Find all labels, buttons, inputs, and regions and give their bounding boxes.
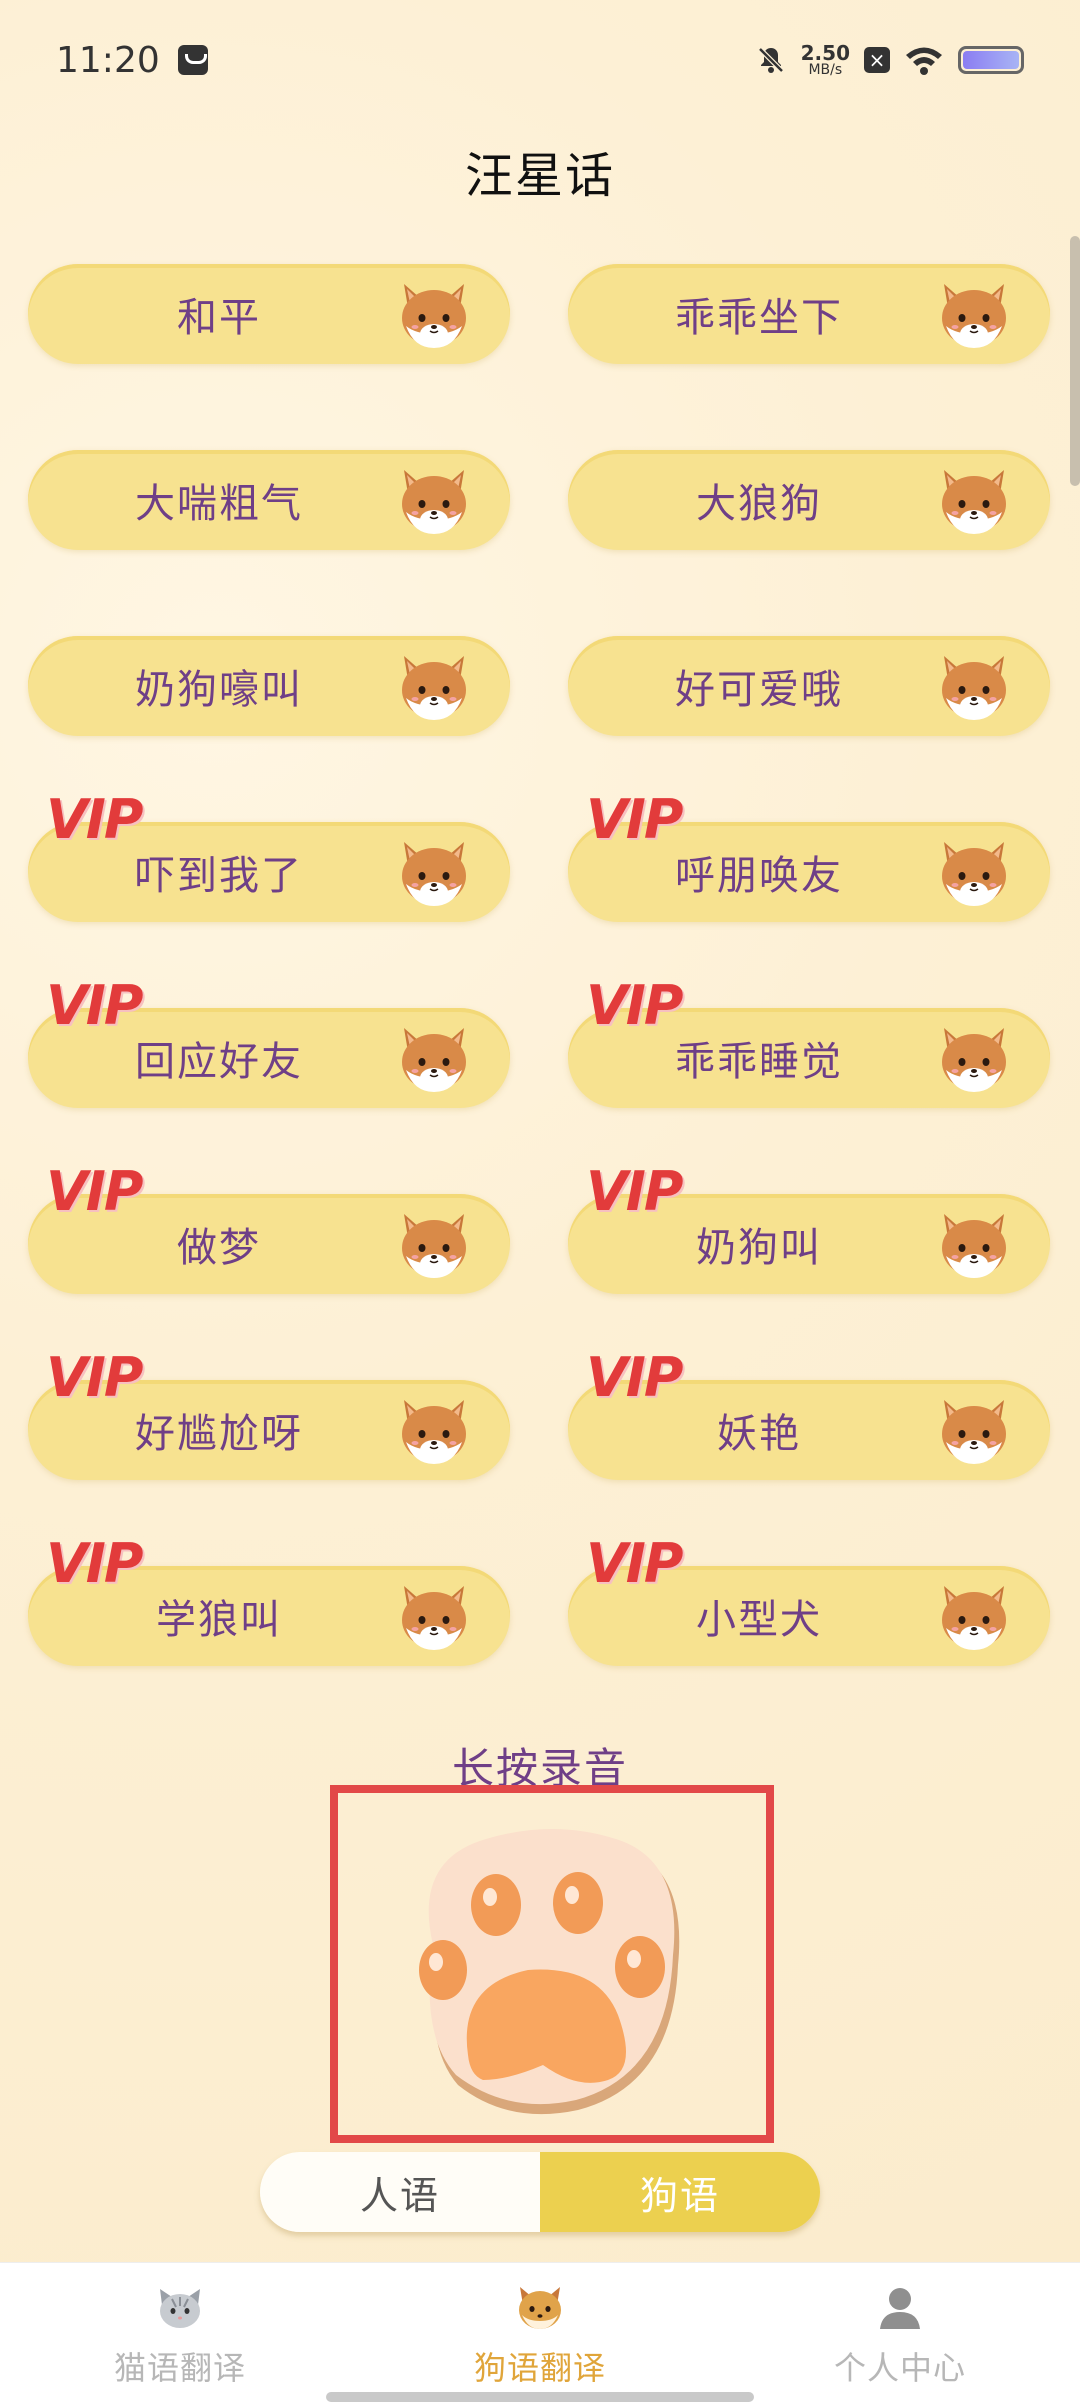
phrase-button[interactable]: VIP 乖乖睡觉 [568,974,1050,1108]
phrase-label: 和平 [177,295,261,341]
phrase-button[interactable]: 乖乖坐下 [568,264,1050,364]
phrase-button[interactable]: VIP 做梦 [28,1160,510,1294]
phrase-button[interactable]: VIP 回应好友 [28,974,510,1108]
phrase-label: 乖乖坐下 [675,295,843,341]
shiba-face-icon [936,1022,1012,1096]
phrase-label: 奶狗叫 [696,1225,822,1271]
phrase-button[interactable]: 奶狗嚎叫 [28,636,510,736]
vip-badge: VIP [586,1160,683,1223]
vip-badge: VIP [46,788,143,851]
vip-badge: VIP [586,1346,683,1409]
vip-badge: VIP [586,974,683,1037]
phrase-button[interactable]: VIP 妖艳 [568,1346,1050,1480]
phrase-label: 做梦 [177,1225,261,1271]
language-toggle: 人语 狗语 [260,2152,820,2232]
shiba-face-icon [936,278,1012,352]
shiba-face-icon [936,1394,1012,1468]
toggle-dog[interactable]: 狗语 [540,2152,820,2232]
phrase-label: 学狼叫 [156,1597,282,1643]
shiba-face-icon [936,836,1012,910]
nav-label: 猫语翻译 [113,2349,246,2387]
shiba-face-icon [936,650,1012,724]
phrase-label: 好尴尬呀 [135,1411,303,1457]
phrase-grid: 和平 乖乖坐下 大喘粗气 大狼狗 奶狗嚎叫 好可爱哦 VIP 吓到我了 VIP … [0,0,1080,1700]
vip-badge: VIP [46,1160,143,1223]
phrase-label: 奶狗嚎叫 [135,667,303,713]
record-button[interactable] [330,1785,774,2143]
phrase-label: 大喘粗气 [135,481,303,527]
vip-badge: VIP [46,1346,143,1409]
shiba-face-icon [396,1208,472,1282]
shiba-face-icon [936,1580,1012,1654]
phrase-button[interactable]: 大狼狗 [568,450,1050,550]
phrase-button[interactable]: 好可爱哦 [568,636,1050,736]
phrase-button[interactable]: 大喘粗气 [28,450,510,550]
phrase-button[interactable]: VIP 奶狗叫 [568,1160,1050,1294]
phrase-label: 小型犬 [696,1597,822,1643]
shiba-face-icon [396,1580,472,1654]
home-indicator[interactable] [326,2392,754,2402]
shiba-face-icon [396,464,472,538]
phrase-label: 妖艳 [717,1411,801,1457]
phrase-label: 乖乖睡觉 [675,1039,843,1085]
vip-badge: VIP [46,1532,143,1595]
nav-profile[interactable]: 个人中心 [720,2263,1080,2408]
nav-cat-translate[interactable]: 猫语翻译 [0,2263,360,2408]
nav-label: 个人中心 [833,2349,966,2387]
person-icon [880,2288,920,2329]
shiba-face-icon [396,1394,472,1468]
phrase-button[interactable]: VIP 吓到我了 [28,788,510,922]
phrase-button[interactable]: 和平 [28,264,510,364]
shiba-face-icon [936,464,1012,538]
vip-badge: VIP [586,1532,683,1595]
phrase-label: 好可爱哦 [675,667,843,713]
shiba-face-icon [396,278,472,352]
phrase-button[interactable]: VIP 小型犬 [568,1532,1050,1666]
bottom-nav: 猫语翻译 狗语翻译 个人中心 [0,2262,1080,2408]
phrase-button[interactable]: VIP 好尴尬呀 [28,1346,510,1480]
shiba-face-icon [396,1022,472,1096]
shiba-face-icon [396,650,472,724]
toggle-human[interactable]: 人语 [260,2152,540,2232]
phrase-button[interactable]: VIP 呼朋唤友 [568,788,1050,922]
vip-badge: VIP [586,788,683,851]
phrase-label: 吓到我了 [135,853,303,899]
cat-icon [160,2289,200,2328]
nav-dog-translate[interactable]: 狗语翻译 [360,2263,720,2408]
phrase-label: 呼朋唤友 [675,853,843,899]
shiba-face-icon [396,836,472,910]
phrase-label: 回应好友 [135,1039,303,1085]
paw-icon [419,1829,680,2115]
shiba-face-icon [936,1208,1012,1282]
phrase-button[interactable]: VIP 学狼叫 [28,1532,510,1666]
nav-label: 狗语翻译 [473,2349,606,2387]
vip-badge: VIP [46,974,143,1037]
dog-icon [519,2287,561,2329]
phrase-label: 大狼狗 [696,481,822,527]
